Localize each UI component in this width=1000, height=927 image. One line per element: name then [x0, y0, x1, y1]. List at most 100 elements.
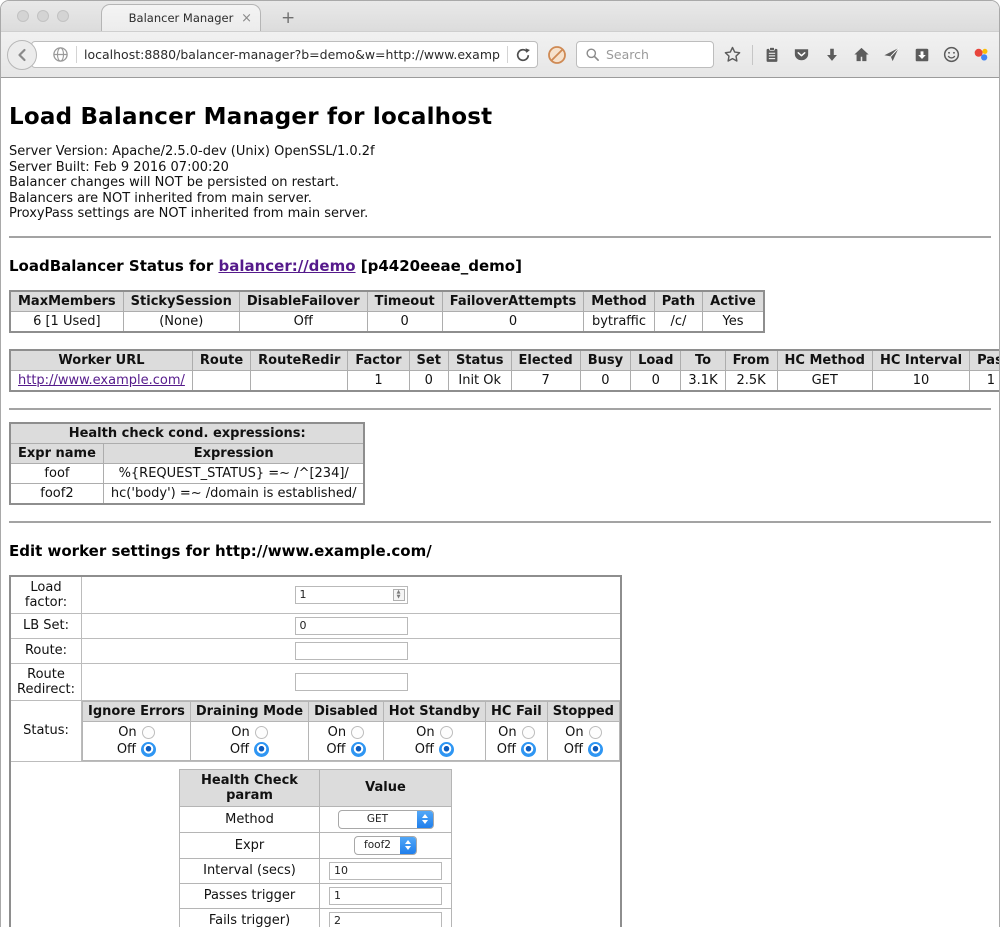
search-input[interactable] [606, 47, 696, 62]
window-minimize-button[interactable] [37, 10, 49, 22]
col-to: To [681, 350, 725, 371]
cell-worker-url: http://www.example.com/ [10, 370, 192, 391]
divider [9, 408, 991, 410]
send-tab-button[interactable] [881, 44, 903, 66]
expr-select-value: foof2 [355, 839, 400, 851]
tab-balancer-manager[interactable]: Balancer Manager × [101, 4, 261, 31]
radio-ignore-errors-off[interactable] [141, 742, 156, 757]
route-label: Route: [10, 638, 82, 663]
home-button[interactable] [851, 44, 873, 66]
tab-close-icon[interactable]: × [241, 12, 252, 25]
url-bar[interactable]: localhost:8880/balancer-manager?b=demo&w… [31, 41, 538, 68]
load-factor-label: Load factor: [10, 576, 82, 614]
clipboard-icon [763, 46, 781, 64]
lb-set-input[interactable] [295, 617, 408, 635]
stepper-arrows-icon[interactable]: ▲▼ [393, 589, 405, 601]
reload-icon[interactable] [515, 47, 531, 63]
persist-note-line: Balancer changes will NOT be persisted o… [9, 175, 991, 191]
off-label: Off [497, 742, 516, 757]
content-blocker-button[interactable] [546, 44, 568, 66]
status-header-row: Ignore Errors Draining Mode Disabled Hot… [83, 701, 620, 721]
window-controls[interactable] [17, 10, 69, 22]
status-label: Status: [10, 700, 82, 761]
on-label: On [118, 725, 136, 740]
radio-disabled-on[interactable] [351, 726, 364, 739]
col-route: Route [192, 350, 250, 371]
form-row-lb-set: LB Set: [10, 613, 621, 638]
colored-dots-icon [972, 45, 991, 64]
passes-input[interactable] [329, 887, 442, 905]
window-zoom-button[interactable] [57, 10, 69, 22]
col-disablefailover: DisableFailover [239, 291, 367, 312]
worker-url-link[interactable]: http://www.example.com/ [18, 373, 185, 388]
expr-select[interactable]: foof2 [354, 836, 417, 855]
forum-button[interactable] [941, 44, 963, 66]
col-from: From [725, 350, 777, 371]
col-factor: Factor [348, 350, 409, 371]
server-info: Server Version: Apache/2.5.0-dev (Unix) … [9, 144, 991, 222]
screenshot-button[interactable] [911, 44, 933, 66]
on-label: On [416, 725, 434, 740]
new-tab-button[interactable]: + [275, 10, 301, 27]
urlbar-separator2 [507, 46, 508, 63]
radio-stopped-on[interactable] [589, 726, 602, 739]
col-hc-fail: HC Fail [486, 701, 548, 721]
radio-disabled-off[interactable] [351, 742, 366, 757]
cell-route [192, 370, 250, 391]
interval-label: Interval (secs) [180, 858, 320, 883]
balancer-demo-link[interactable]: balancer://demo [218, 257, 355, 275]
col-hc-param: Health Check param [180, 769, 320, 806]
cell-routeredir [251, 370, 348, 391]
radio-hot-standby-off[interactable] [439, 742, 454, 757]
radio-stopped-off[interactable] [588, 742, 603, 757]
load-factor-input[interactable] [295, 586, 408, 604]
hc-row-method: Method GET [180, 806, 452, 832]
route-input[interactable] [295, 642, 408, 660]
hc-row-interval: Interval (secs) [180, 858, 452, 883]
radio-hc-fail-on[interactable] [522, 726, 535, 739]
form-row-health-check: Health Check param Value Method GET [10, 761, 621, 927]
cell-active: Yes [703, 311, 764, 332]
cell-expression-foof: %{REQUEST_STATUS} =~ /^[234]/ [103, 463, 364, 483]
radio-draining-mode-on[interactable] [255, 726, 268, 739]
load-factor-stepper[interactable]: ▲▼ [295, 586, 408, 604]
tab-title: Balancer Manager [129, 11, 234, 25]
downloads-button[interactable] [821, 44, 843, 66]
method-select[interactable]: GET [338, 810, 434, 829]
col-hc-interval: HC Interval [872, 350, 969, 371]
cell-load: 0 [631, 370, 681, 391]
search-bar[interactable] [576, 41, 714, 68]
col-expr-name: Expr name [10, 443, 103, 463]
interval-input[interactable] [329, 862, 442, 880]
route-redirect-input[interactable] [295, 673, 408, 691]
passes-label: Passes trigger [180, 883, 320, 908]
bookmark-button[interactable] [722, 44, 744, 66]
col-stopped: Stopped [547, 701, 619, 721]
window-close-button[interactable] [17, 10, 29, 22]
col-maxmembers: MaxMembers [10, 291, 123, 312]
col-draining-mode: Draining Mode [190, 701, 308, 721]
radio-hot-standby-on[interactable] [440, 726, 453, 739]
edit-worker-heading: Edit worker settings for http://www.exam… [9, 542, 991, 560]
table-row: foof2 hc('body') =~ /domain is establish… [10, 483, 364, 504]
on-label: On [565, 725, 583, 740]
radio-ignore-errors-on[interactable] [142, 726, 155, 739]
worker-status-table: Worker URL Route RouteRedir Factor Set S… [9, 349, 999, 392]
extension-button[interactable] [971, 44, 993, 66]
form-row-route: Route: [10, 638, 621, 663]
url-text[interactable]: localhost:8880/balancer-manager?b=demo&w… [84, 47, 500, 62]
col-method: Method [584, 291, 654, 312]
back-button[interactable] [7, 40, 37, 70]
fails-label: Fails trigger) [180, 908, 320, 927]
reading-list-button[interactable] [761, 44, 783, 66]
radio-draining-mode-off[interactable] [254, 742, 269, 757]
pocket-button[interactable] [791, 44, 813, 66]
table-header-row: MaxMembers StickySession DisableFailover… [10, 291, 764, 312]
cell-set: 0 [409, 370, 448, 391]
cell-disablefailover: Off [239, 311, 367, 332]
form-row-load-factor: Load factor: ▲▼ [10, 576, 621, 614]
radio-hc-fail-off[interactable] [521, 742, 536, 757]
edit-worker-form: Load factor: ▲▼ LB Set: Route: Route Red… [9, 575, 622, 927]
divider [9, 236, 991, 238]
fails-input[interactable] [329, 912, 442, 927]
